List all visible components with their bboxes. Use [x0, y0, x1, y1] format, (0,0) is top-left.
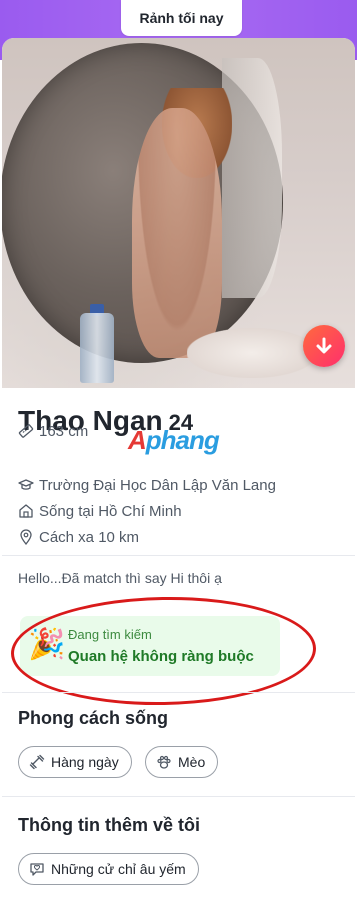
school-text: Trường Đại Học Dân Lập Văn Lang	[39, 476, 276, 494]
photo-towel	[187, 328, 317, 378]
info-height: 163 cm	[18, 421, 88, 441]
info-lives-in: Sống tại Hồ Chí Minh	[18, 501, 182, 521]
chip-cat-label: Mèo	[178, 754, 206, 770]
status-badge: Rảnh tối nay	[121, 0, 242, 36]
home-icon	[19, 504, 33, 518]
profile-photo[interactable]	[2, 38, 355, 388]
divider	[2, 555, 355, 556]
photo-subject	[132, 108, 222, 358]
graduation-cap-icon	[18, 479, 34, 490]
ruler-icon	[18, 424, 34, 438]
lifestyle-title: Phong cách sống	[18, 708, 169, 728]
chip-affection[interactable]: Những cử chỉ âu yếm	[18, 853, 199, 885]
chip-daily[interactable]: Hàng ngày	[18, 746, 132, 778]
info-school: Trường Đại Học Dân Lập Văn Lang	[18, 475, 276, 495]
chip-cat[interactable]: Mèo	[145, 746, 219, 778]
info-distance: Cách xa 10 km	[18, 527, 139, 547]
photo-bottle	[80, 313, 114, 383]
divider	[2, 692, 355, 693]
distance-text: Cách xa 10 km	[39, 528, 140, 546]
bio-text: Hello...Đã match thì say Hi thôi ạ	[18, 570, 222, 586]
down-arrow-button[interactable]	[303, 325, 345, 367]
chat-heart-icon	[30, 863, 44, 876]
divider	[2, 796, 355, 797]
more-about-title: Thông tin thêm về tôi	[18, 815, 200, 835]
height-text: 163 cm	[39, 422, 89, 440]
location-pin-icon	[20, 529, 32, 545]
chip-daily-label: Hàng ngày	[51, 754, 119, 770]
watermark-logo: Aphang	[128, 425, 220, 455]
paw-icon	[157, 755, 171, 769]
status-label: Rảnh tối nay	[139, 10, 224, 26]
arrow-down-icon	[316, 337, 332, 354]
chip-affection-label: Những cử chỉ âu yếm	[51, 861, 186, 877]
dumbbell-icon	[29, 754, 45, 770]
lives-in-text: Sống tại Hồ Chí Minh	[39, 502, 182, 520]
